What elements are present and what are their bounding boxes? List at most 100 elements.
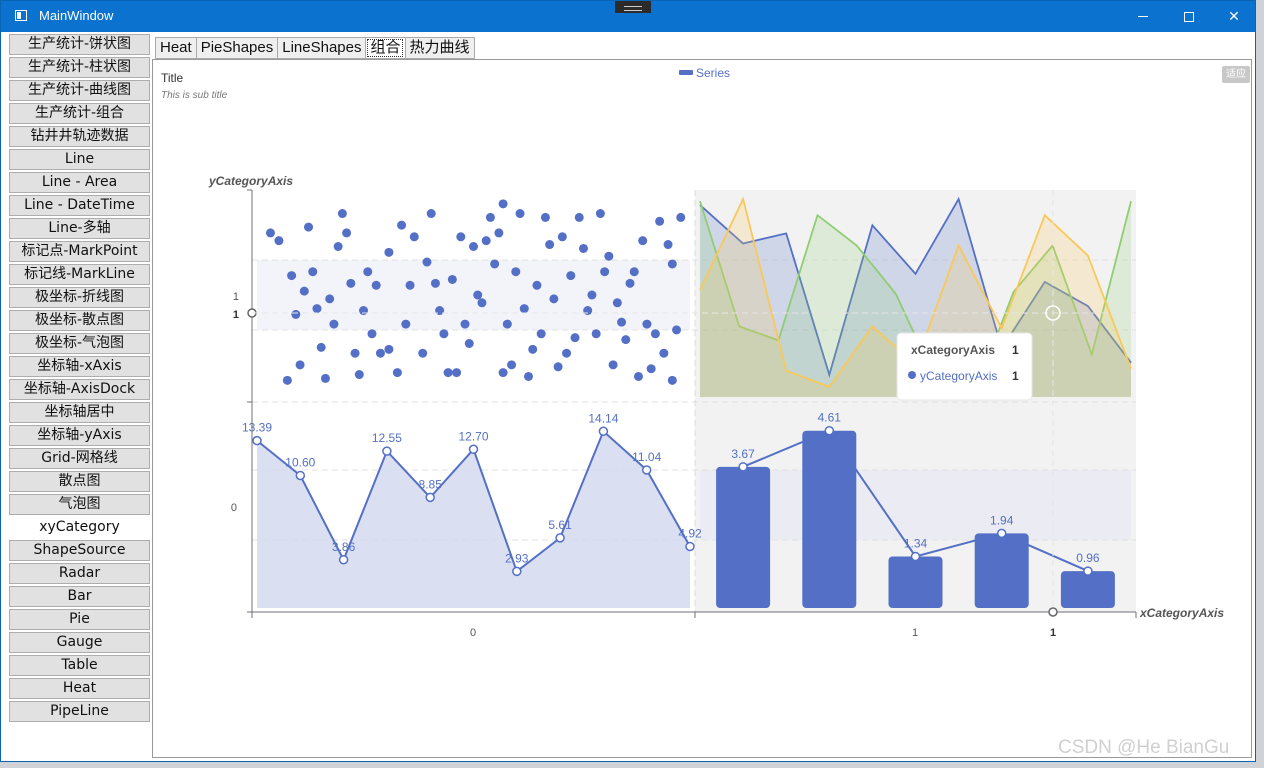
sidebar-item[interactable]: 坐标轴-AxisDock — [9, 379, 150, 400]
tab[interactable]: LineShapes — [277, 37, 366, 59]
sidebar-item[interactable]: Bar — [9, 586, 150, 607]
scatter-point — [401, 319, 411, 329]
tab[interactable]: 热力曲线 — [404, 37, 475, 59]
sidebar-item[interactable]: 标记线-MarkLine — [9, 264, 150, 285]
data-label: 3.67 — [731, 447, 755, 461]
sidebar-item[interactable]: Grid-网格线 — [9, 448, 150, 469]
sidebar-item[interactable]: Pie — [9, 609, 150, 630]
scatter-point — [371, 280, 381, 290]
scatter-point — [672, 325, 682, 335]
scatter-point — [502, 319, 512, 329]
minimize-button[interactable] — [1120, 1, 1166, 32]
scatter-point — [274, 236, 284, 246]
scatter-point — [329, 319, 339, 329]
bar-point — [996, 528, 1007, 539]
scatter-point — [570, 333, 580, 343]
scatter-point — [342, 228, 352, 238]
line-point — [252, 435, 262, 446]
sidebar-item[interactable]: 极坐标-散点图 — [9, 310, 150, 331]
scatter-point — [316, 342, 326, 352]
fit-button[interactable]: 适应 — [1222, 66, 1250, 83]
sidebar-item[interactable]: 极坐标-折线图 — [9, 287, 150, 308]
sidebar-item[interactable]: PipeLine — [9, 701, 150, 722]
scatter-point — [646, 364, 656, 374]
minimize-icon — [1138, 16, 1148, 17]
y-tick-label: 1 — [233, 291, 239, 303]
line-point — [425, 492, 435, 503]
scatter-point — [676, 212, 686, 222]
scatter-point — [642, 319, 652, 329]
data-label: 5.61 — [548, 518, 572, 532]
line-point — [598, 426, 609, 436]
chart-svg[interactable]: 13.39 10.60 3.86 12.55 8.85 12.70 2.93 5.61 14.1… — [153, 60, 1251, 757]
sidebar-item[interactable]: Line - DateTime — [9, 195, 150, 216]
close-icon: ✕ — [1228, 8, 1240, 25]
axis-pointer-label: 1 — [233, 309, 239, 321]
scatter-point — [604, 251, 614, 261]
sidebar-item[interactable]: Line - Area — [9, 172, 150, 193]
close-button[interactable]: ✕ — [1211, 1, 1257, 32]
scatter-point — [498, 368, 508, 378]
sidebar-item[interactable]: 生产统计-曲线图 — [9, 80, 150, 101]
scatter-point — [549, 294, 559, 304]
axis-pointer-label: 1 — [1050, 627, 1056, 639]
scatter-point — [447, 274, 457, 284]
scatter-point — [608, 360, 618, 370]
sidebar-item[interactable]: xyCategory — [9, 517, 150, 538]
sidebar-item[interactable]: Line-多轴 — [9, 218, 150, 239]
title-bar[interactable]: MainWindow ✕ — [1, 1, 1255, 32]
scatter-point — [562, 348, 572, 358]
sidebar-item[interactable]: 生产统计-组合 — [9, 103, 150, 124]
sidebar-item[interactable]: 散点图 — [9, 471, 150, 492]
sidebar-item[interactable]: 钻井井轨迹数据 — [9, 126, 150, 147]
scatter-point — [536, 329, 546, 339]
scatter-point — [359, 306, 369, 316]
drag-grip-icon[interactable] — [615, 1, 651, 13]
scatter-point — [650, 329, 660, 339]
line-point — [555, 533, 565, 543]
sidebar-item[interactable]: 生产统计-饼状图 — [9, 34, 150, 55]
tab[interactable]: 组合 — [365, 37, 405, 59]
tab[interactable]: Heat — [155, 37, 196, 59]
bar — [888, 556, 943, 608]
scatter-point — [600, 267, 610, 277]
scatter-point — [291, 309, 301, 319]
scatter-point — [346, 278, 356, 288]
sidebar-item[interactable]: Heat — [9, 678, 150, 699]
scatter-point — [532, 280, 542, 290]
scatter-point — [439, 329, 449, 339]
scatter-point — [384, 344, 394, 354]
sidebar-item[interactable]: 坐标轴-xAxis — [9, 356, 150, 377]
scatter-point — [464, 339, 474, 348]
chart-subtitle: This is sub title — [161, 90, 228, 101]
scatter-point — [473, 290, 483, 300]
scatter-point — [591, 329, 601, 339]
scatter-point — [629, 267, 639, 277]
scatter-point — [392, 368, 402, 378]
scatter-point — [426, 209, 436, 219]
sidebar-item[interactable]: 极坐标-气泡图 — [9, 333, 150, 354]
sidebar-item[interactable]: Gauge — [9, 632, 150, 653]
sidebar-item[interactable]: ShapeSource — [9, 540, 150, 561]
sidebar-item[interactable]: 生产统计-柱状图 — [9, 57, 150, 78]
sidebar-item[interactable]: 坐标轴居中 — [9, 402, 150, 423]
sidebar-item[interactable]: Line — [9, 149, 150, 170]
scatter-point — [612, 298, 622, 308]
scatter-point — [515, 209, 525, 219]
scatter-point — [337, 209, 347, 219]
maximize-button[interactable] — [1166, 1, 1212, 32]
x-tick-label: 1 — [912, 627, 918, 639]
x-tick-label: 0 — [470, 627, 476, 639]
scatter-point — [595, 209, 605, 219]
data-label: 4.61 — [818, 411, 842, 425]
tab[interactable]: PieShapes — [195, 37, 278, 59]
sidebar-item[interactable]: 坐标轴-yAxis — [9, 425, 150, 446]
scatter-point — [667, 375, 677, 385]
sidebar-item[interactable]: Radar — [9, 563, 150, 584]
sidebar-item[interactable]: 气泡图 — [9, 494, 150, 515]
maximize-icon — [1184, 11, 1194, 22]
sidebar-item[interactable]: 标记点-MarkPoint — [9, 241, 150, 262]
scatter-point — [540, 212, 550, 222]
sidebar-item[interactable]: Table — [9, 655, 150, 676]
tab-bar: Heat PieShapes LineShapes 组合 热力曲线 — [155, 37, 475, 59]
